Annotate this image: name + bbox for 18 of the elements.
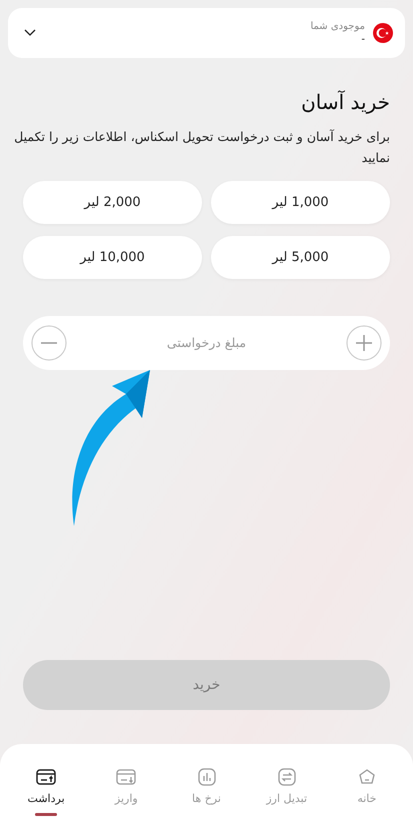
chevron-down-icon[interactable] bbox=[24, 29, 36, 37]
page-title: خرید آسان bbox=[300, 89, 390, 116]
exchange-icon bbox=[276, 766, 298, 788]
balance-value: - bbox=[360, 34, 365, 45]
bar-chart-icon bbox=[196, 766, 218, 788]
balance-card[interactable]: موجودی شما - bbox=[8, 8, 405, 58]
balance-label: موجودی شما bbox=[310, 21, 365, 32]
amount-preset-button[interactable]: 2,000 لیر bbox=[23, 180, 202, 224]
amount-preset-button[interactable]: 1,000 لیر bbox=[211, 180, 390, 224]
amount-input-field[interactable]: مبلغ درخواستی bbox=[67, 334, 346, 351]
amount-preset-button[interactable]: 10,000 لیر bbox=[23, 236, 202, 278]
minus-icon[interactable] bbox=[31, 324, 67, 360]
description-text: برای خرید آسان و ثبت درخواست تحویل اسکناس، اطلاعات زیر را تکمیل نمایید bbox=[13, 128, 390, 168]
selected-indicator bbox=[35, 813, 58, 816]
plus-icon[interactable] bbox=[346, 324, 382, 360]
flag-icon bbox=[373, 23, 393, 43]
amount-preset-button[interactable]: 5,000 لیر bbox=[211, 236, 390, 278]
nav-tab[interactable]: برداشت bbox=[6, 744, 86, 834]
